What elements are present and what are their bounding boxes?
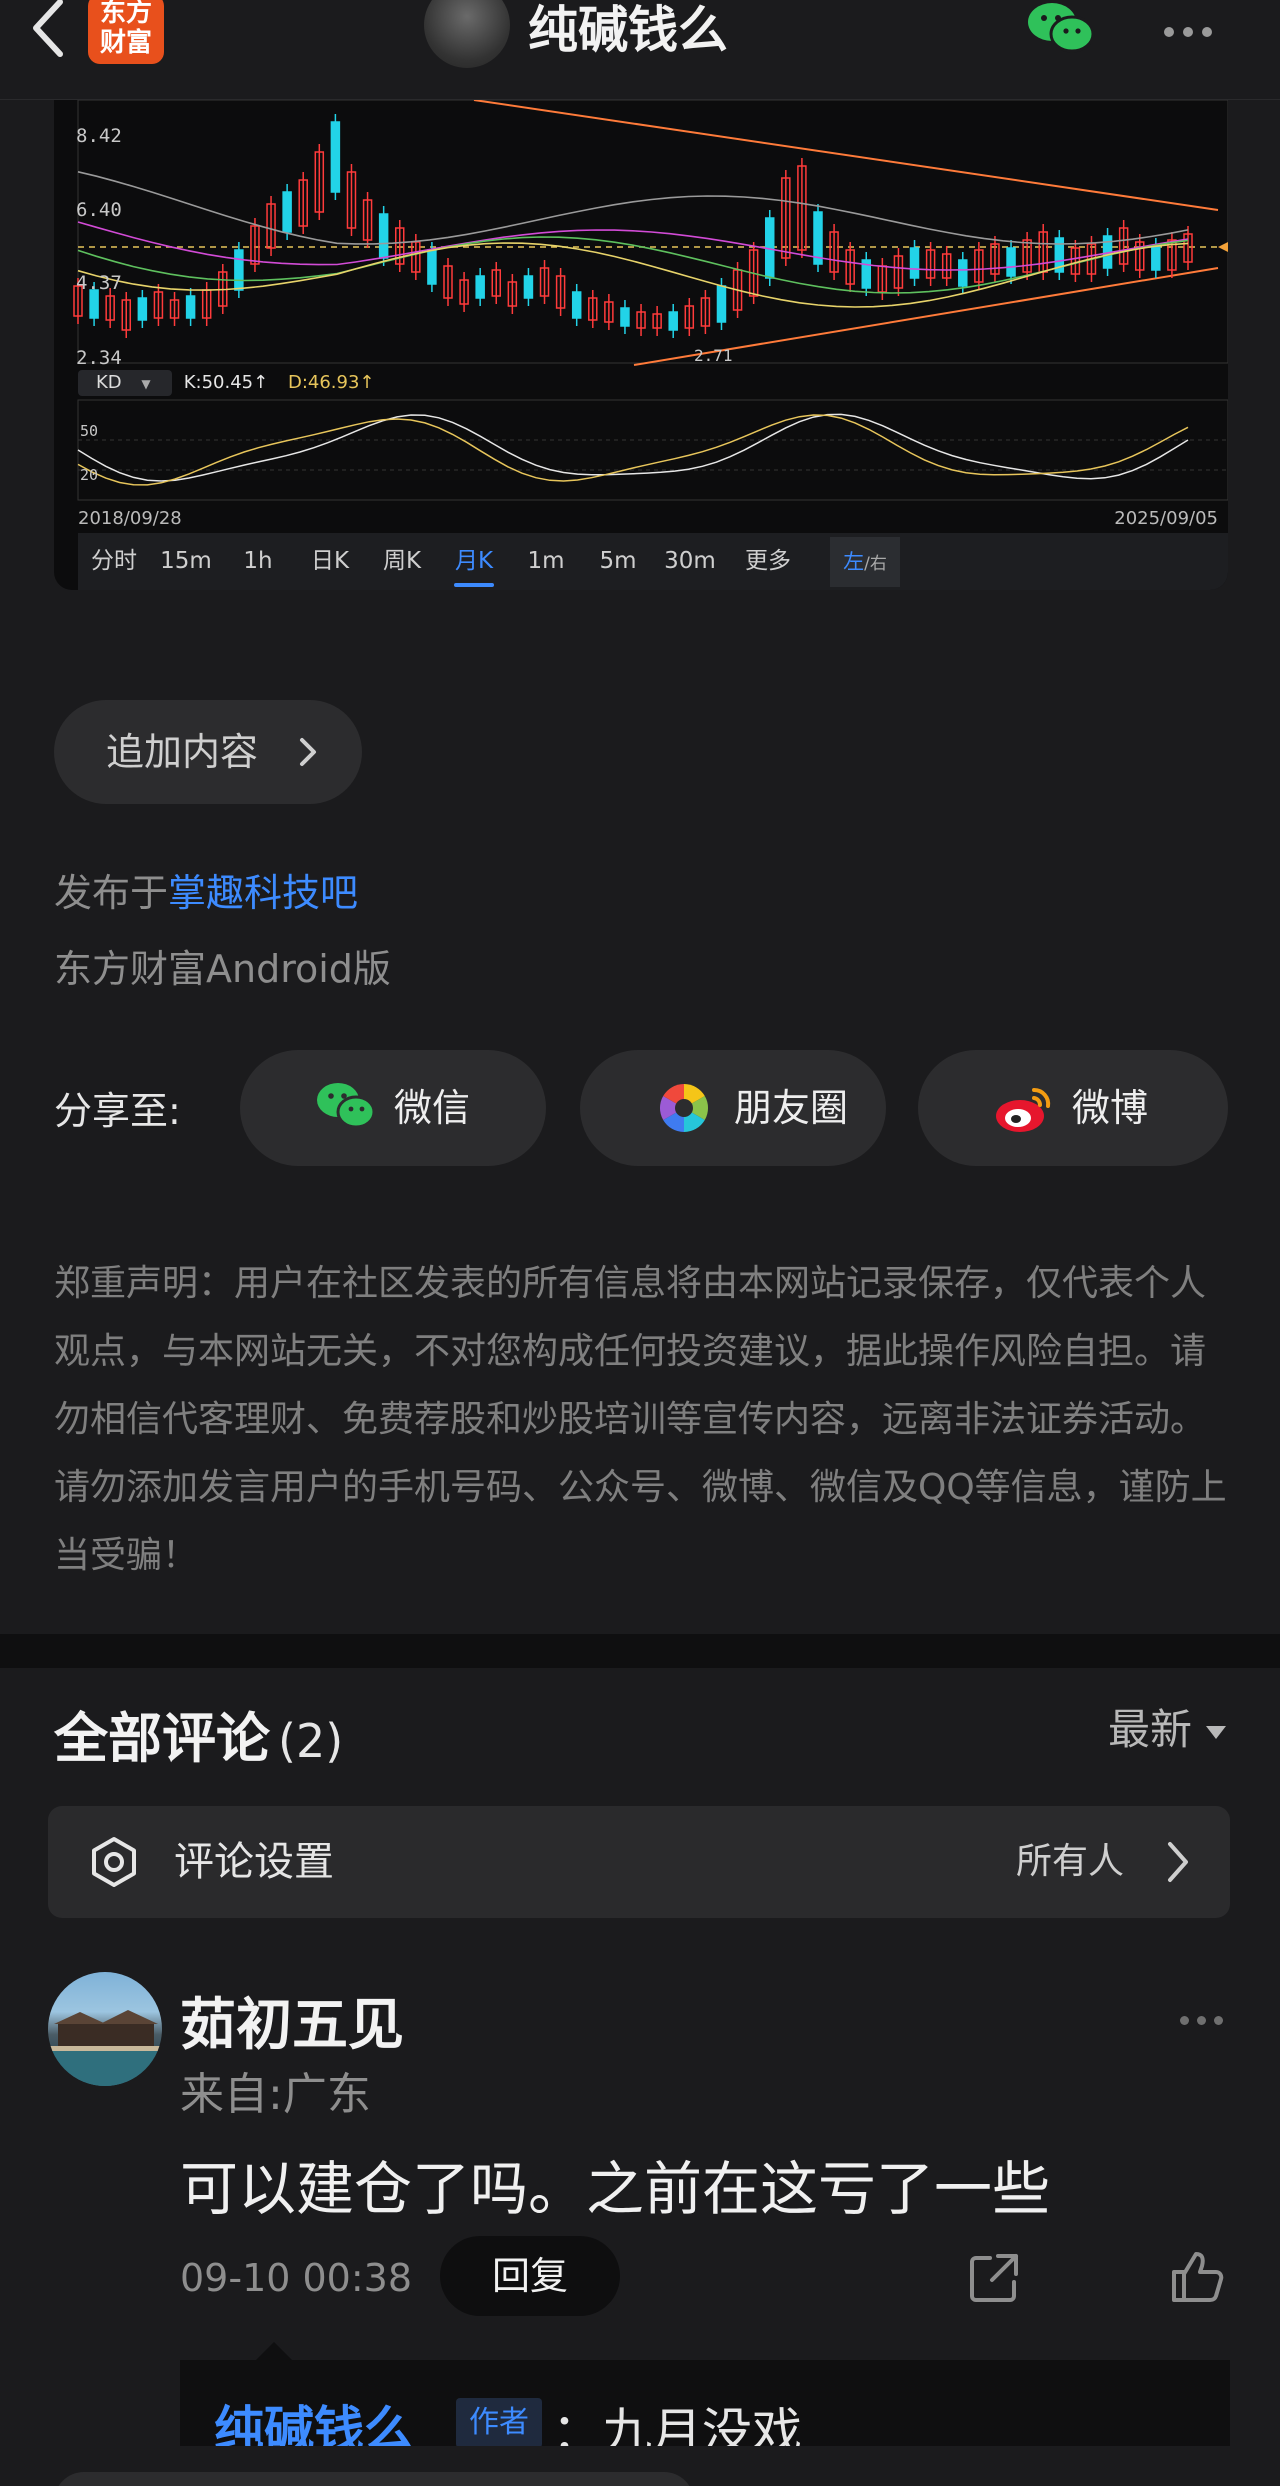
share-wechat-label: 微信 [394,1086,471,1130]
chevron-right-icon [300,738,316,766]
logo-text-2: 财富 [99,28,152,58]
comment-time: 09-10 00:38 [180,2256,413,2300]
candle-body [1151,245,1161,271]
sort-dropdown[interactable]: 最新 [1108,1696,1226,1757]
tab-period-30m[interactable]: 30m [654,533,726,590]
price-tick-label: 4.37 [76,272,122,294]
tab-period-month[interactable]: 月K [438,533,510,590]
indicator-row: KD ▼ K:50.45↑ D:46.93↑ [78,370,375,396]
add-content-label: 追加内容 [106,730,259,774]
avatar-scenery [48,2010,162,2086]
top-nav-bar: 东方 财富 纯碱钱么 [0,0,1280,100]
candle-body [89,289,99,319]
price-tick-label: 8.42 [76,125,122,147]
candle-body [330,121,341,193]
reply-button[interactable]: 回复 [440,2236,620,2316]
tab-period-day[interactable]: 日K [294,533,366,590]
kd-level-label: 50 [80,422,99,440]
kline-chart-card[interactable]: 8.42 6.40 4.37 2.34 2.71 KD ▼ K:50.45↑ D… [54,100,1228,590]
candle-body [620,307,630,327]
candle-body [427,249,437,285]
add-content-button[interactable]: 追加内容 [54,700,362,804]
app-logo[interactable]: 东方 财富 [88,0,164,64]
wechat-icon [317,1083,376,1129]
candle-body [813,211,823,265]
left-right-axis-toggle[interactable]: 左/右 [830,537,900,587]
share-label: 分享至: [54,1089,181,1133]
author-avatar[interactable] [424,0,510,68]
candle-body [716,285,727,323]
share-weibo-label: 微博 [1072,1086,1149,1130]
author-name-title[interactable]: 纯碱钱么 [528,0,728,60]
share-icon[interactable] [966,2250,1022,2306]
candle-body [1006,247,1016,277]
more-icon[interactable] [1164,22,1224,37]
forum-link[interactable]: 掌趣科技吧 [168,871,358,915]
date-end: 2025/09/05 [1114,508,1218,529]
low-price-annotation: 2.71 [694,346,733,365]
comments-heading: 全部评论 (2) [54,1694,343,1773]
candle-body [234,249,244,291]
caret-down-icon [1206,1726,1226,1739]
weibo-icon [996,1087,1051,1132]
comment-settings-value: 所有人 [1015,1841,1124,1882]
section-divider [0,1634,1280,1668]
sort-label: 最新 [1107,1705,1192,1754]
date-start: 2018/09/28 [78,508,182,529]
back-arrow-icon[interactable] [22,0,70,60]
comments-title: 全部评论 [54,1707,270,1770]
candle-body [378,213,389,259]
client-info: 东方财富Android版 [54,947,391,991]
tab-period-more[interactable]: 更多 [726,533,810,590]
tab-period-fenshi[interactable]: 分时 [78,533,150,590]
candle-body [668,311,678,331]
candle-body [282,191,292,233]
logo-text-1: 东方 [99,0,152,28]
kline-chart [73,100,1228,501]
kd-level-label: 20 [80,466,99,484]
published-in: 发布于掌趣科技吧 [54,862,358,917]
comment-text: 可以建仓了吗。之前在这亏了一些 [180,2155,1051,2223]
indicator-select[interactable]: KD ▼ [78,370,172,396]
tab-period-5m[interactable]: 5m [582,533,654,590]
gear-icon [92,1837,136,1887]
comment-input-pill[interactable] [54,2472,694,2486]
candle-body [185,295,196,319]
share-weibo-button[interactable]: 微博 [918,1050,1228,1166]
disclaimer-text: 郑重声明：用户在社区发表的所有信息将由本网站记录保存，仅代表个人观点，与本网站无… [54,1263,1227,1576]
commenter-name[interactable]: 茹初五见 [180,1980,404,2061]
tab-period-1m[interactable]: 1m [510,533,582,590]
share-wechat-button[interactable]: 微信 [240,1050,546,1166]
k-value: K:50.45↑ [183,372,269,393]
commenter-avatar[interactable] [48,1972,162,2086]
thumbs-up-icon[interactable] [1168,2248,1226,2306]
candle-body [958,259,968,287]
commenter-location: 来自:广东 [180,2069,371,2120]
comment-settings-row[interactable]: 评论设置 所有人 [48,1806,1230,1918]
comments-count: (2) [278,1714,344,1768]
candle-body [523,275,534,299]
chevron-down-icon: ▼ [141,377,151,391]
candle-body [475,275,485,299]
period-tabs: 分时 15m 1h 日K 周K 月K 1m 5m 30m 更多 左/右 [78,533,1228,590]
published-prefix: 发布于 [54,871,169,915]
share-moments-button[interactable]: 朋友圈 [580,1050,886,1166]
wechat-icon[interactable] [1026,0,1096,56]
comment-more-icon[interactable] [1180,2010,1231,2029]
d-value: D:46.93↑ [287,372,375,393]
price-tick-label: 2.34 [76,347,122,369]
moments-aperture-icon [659,1084,709,1132]
tab-period-week[interactable]: 周K [366,533,438,590]
comment-settings-label: 评论设置 [174,1839,334,1885]
chevron-right-icon [1168,1842,1188,1882]
price-tick-label: 6.40 [76,199,122,221]
tab-period-15m[interactable]: 15m [150,533,222,590]
candle-body [571,291,582,319]
candle-body [137,297,148,321]
share-moments-label: 朋友圈 [734,1086,849,1130]
tab-period-1h[interactable]: 1h [222,533,294,590]
candle-body [909,247,920,279]
author-badge: 作者 [456,2398,542,2448]
